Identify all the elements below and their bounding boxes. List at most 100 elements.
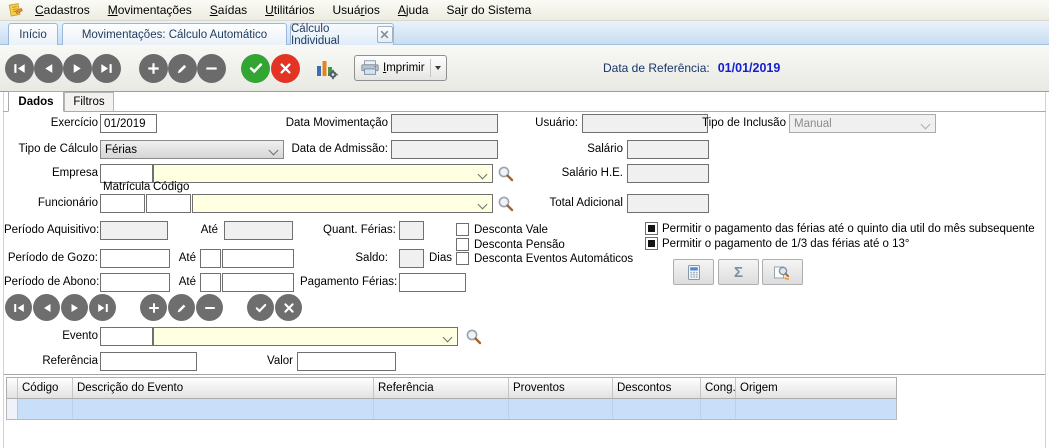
total-adicional-input	[627, 194, 709, 213]
evento-code-input[interactable]	[100, 327, 153, 346]
verify-button[interactable]	[762, 259, 803, 285]
referencia-input[interactable]	[100, 352, 197, 371]
periodo-abono-fim-input[interactable]	[222, 273, 294, 292]
pagamento-ferias-input[interactable]	[399, 273, 466, 292]
desconta-eventos-automaticos-checkbox[interactable]	[456, 252, 469, 265]
menu-cadastros[interactable]: Cadastros	[26, 0, 99, 20]
periodo-aquisitivo-fim-input	[224, 221, 293, 240]
events-previous-button[interactable]	[33, 294, 60, 321]
events-cancel-button[interactable]	[275, 294, 302, 321]
periodo-gozo-dia-input[interactable]	[200, 249, 221, 268]
events-last-button[interactable]	[89, 294, 116, 321]
last-record-icon	[100, 62, 113, 75]
events-next-button[interactable]	[61, 294, 88, 321]
delete-record-button[interactable]	[197, 54, 226, 83]
print-button[interactable]: Imprimir	[354, 55, 447, 81]
empresa-search-button[interactable]	[497, 165, 515, 183]
funcionario-combo[interactable]	[192, 194, 493, 213]
print-button-separator	[430, 59, 431, 77]
funcionario-matricula-input[interactable]	[100, 194, 145, 213]
column-header-descricao-do-evento[interactable]: Descrição do Evento	[73, 378, 374, 398]
column-header-referencia[interactable]: Referência	[374, 378, 509, 398]
column-header-cong[interactable]: Cong.	[701, 378, 736, 398]
desconta-eventos-automaticos-label[interactable]: Desconta Eventos Automáticos	[474, 250, 633, 269]
permitir-quinto-dia-checkbox[interactable]	[645, 222, 658, 235]
valor-input[interactable]	[297, 352, 396, 371]
periodo-abono-dia-input[interactable]	[200, 273, 221, 292]
menu-usuarios[interactable]: Usuários	[323, 0, 388, 20]
tipo-inclusao-combo: Manual	[789, 114, 936, 133]
column-header-proventos[interactable]: Proventos	[509, 378, 613, 398]
menu-ajuda[interactable]: Ajuda	[389, 0, 438, 20]
next-record-button[interactable]	[63, 54, 92, 83]
grid-selected-row[interactable]	[6, 399, 897, 420]
menu-movimentacoes[interactable]: Movimentações	[99, 0, 201, 20]
desconta-vale-checkbox[interactable]	[456, 223, 469, 236]
events-delete-button[interactable]	[196, 294, 223, 321]
edit-record-button[interactable]	[168, 54, 197, 83]
add-record-button[interactable]	[139, 54, 168, 83]
evento-search-button[interactable]	[465, 328, 483, 346]
chart-settings-button[interactable]	[313, 55, 339, 81]
exercicio-input[interactable]	[100, 114, 157, 133]
first-record-button[interactable]	[5, 54, 34, 83]
column-header-codigo[interactable]: Código	[18, 378, 73, 398]
tab-movimentacoes-label: Movimentações: Cálculo Automático	[82, 29, 267, 41]
periodo-gozo-inicio-input[interactable]	[100, 249, 170, 268]
periodo-gozo-fim-input[interactable]	[222, 249, 294, 268]
tab-inicio[interactable]: Início	[8, 23, 58, 45]
events-edit-button[interactable]	[168, 294, 195, 321]
evento-combo[interactable]	[153, 327, 458, 346]
print-dropdown-arrow[interactable]	[435, 66, 441, 70]
desconta-pensao-checkbox[interactable]	[456, 238, 469, 251]
minus-icon	[204, 302, 216, 314]
menu-utilitarios[interactable]: Utilitários	[256, 0, 323, 20]
tab-dados[interactable]: Dados	[8, 91, 64, 112]
previous-record-button[interactable]	[34, 54, 63, 83]
ate-label: Até	[174, 273, 196, 292]
tipo-inclusao-label: Tipo de Inclusão	[702, 114, 785, 133]
tab-movimentacoes-calculo-automatico[interactable]: Movimentações: Cálculo Automático	[62, 23, 287, 45]
totalize-button[interactable]: Σ	[718, 259, 759, 285]
grid-cell-origem	[736, 399, 896, 419]
funcionario-search-button[interactable]	[497, 195, 515, 213]
column-header-descontos[interactable]: Descontos	[613, 378, 701, 398]
data-admissao-input	[391, 140, 498, 159]
data-admissao-label: Data de Admissão:	[280, 140, 388, 159]
empresa-combo[interactable]	[153, 164, 493, 183]
grid-row-selector-cell[interactable]	[7, 399, 18, 419]
permitir-terco-checkbox[interactable]	[645, 237, 658, 250]
tab-filtros[interactable]: Filtros	[64, 92, 114, 112]
periodo-abono-inicio-input[interactable]	[100, 273, 170, 292]
calculate-button[interactable]	[673, 259, 714, 285]
menu-sair-do-sistema[interactable]: Sair do Sistema	[438, 0, 541, 20]
tab-filtros-label: Filtros	[73, 96, 104, 108]
last-record-button[interactable]	[92, 54, 121, 83]
events-first-button[interactable]	[5, 294, 32, 321]
tipo-calculo-combo[interactable]: Férias	[100, 140, 284, 159]
valor-label: Valor	[240, 352, 293, 371]
close-icon	[380, 30, 389, 39]
events-confirm-button[interactable]	[247, 294, 274, 321]
column-header-origem[interactable]: Origem	[736, 378, 896, 398]
plus-icon	[148, 302, 160, 314]
tab-inicio-label: Início	[19, 29, 47, 41]
confirm-button[interactable]	[241, 54, 270, 83]
menu-bar: Cadastros Movimentações Saídas Utilitári…	[0, 0, 1049, 21]
menu-saidas[interactable]: Saídas	[201, 0, 256, 20]
panel-right-border	[1045, 92, 1046, 448]
salario-label: Salário	[540, 140, 623, 159]
tab-close-button[interactable]	[377, 26, 393, 43]
events-add-button[interactable]	[140, 294, 167, 321]
main-toolbar: Imprimir Data de Referência: 01/01/2019	[0, 45, 1049, 92]
periodo-gozo-label: Período de Gozo:	[4, 249, 98, 268]
cancel-button[interactable]	[271, 54, 300, 83]
exercicio-label: Exercício	[8, 114, 98, 133]
permitir-terco-label[interactable]: Permitir o pagamento de 1/3 das férias a…	[662, 235, 910, 254]
chevron-down-icon	[921, 120, 931, 130]
app-window: Cadastros Movimentações Saídas Utilitári…	[0, 0, 1049, 448]
usuario-label: Usuário:	[498, 114, 578, 133]
funcionario-codigo-input[interactable]	[146, 194, 191, 213]
tab-calculo-individual[interactable]: Cálculo Individual	[290, 23, 394, 45]
chevron-down-icon	[269, 146, 279, 156]
